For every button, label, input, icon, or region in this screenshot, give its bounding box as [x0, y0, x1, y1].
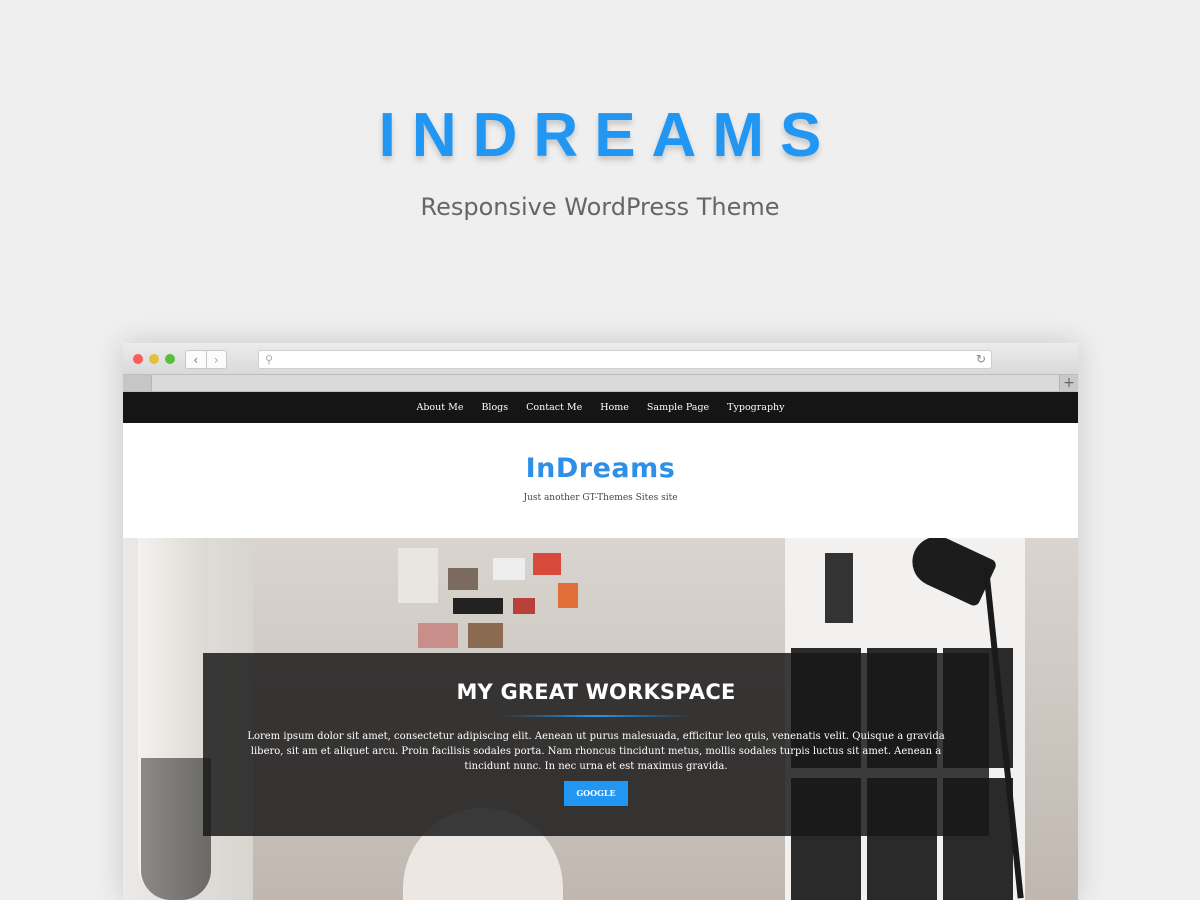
promo-subtitle: Responsive WordPress Theme	[420, 193, 780, 221]
hero-photo-surfboard-shadow	[141, 758, 211, 900]
hero-heading: MY GREAT WORKSPACE	[456, 680, 736, 704]
address-bar[interactable]: ⚲ ↻	[258, 350, 992, 369]
tab-overview[interactable]	[123, 375, 152, 391]
hero-section: MY GREAT WORKSPACE Lorem ipsum dolor sit…	[123, 538, 1078, 900]
site-title[interactable]: InDreams	[123, 453, 1078, 484]
nav-item-sample-page[interactable]: Sample Page	[647, 402, 709, 413]
chevron-left-icon[interactable]: ‹	[186, 351, 206, 368]
promo-title: INDREAMS	[378, 101, 838, 170]
nav-item-typography[interactable]: Typography	[727, 402, 784, 413]
nav-item-contact-me[interactable]: Contact Me	[526, 402, 582, 413]
site-header: InDreams Just another GT-Themes Sites si…	[123, 423, 1078, 538]
nav-item-about-me[interactable]: About Me	[416, 402, 463, 413]
hero-text: Lorem ipsum dolor sit amet, consectetur …	[247, 731, 945, 772]
history-buttons: ‹ ›	[185, 350, 227, 369]
minimize-window-button[interactable]	[149, 354, 159, 364]
site-nav: About Me Blogs Contact Me Home Sample Pa…	[123, 392, 1078, 423]
site-tagline: Just another GT-Themes Sites site	[523, 493, 678, 503]
close-window-button[interactable]	[133, 354, 143, 364]
maximize-window-button[interactable]	[165, 354, 175, 364]
plus-icon[interactable]: +	[1059, 375, 1078, 391]
hero-photo-pinboard	[368, 538, 588, 648]
reload-icon[interactable]: ↻	[976, 352, 986, 366]
nav-item-blogs[interactable]: Blogs	[481, 402, 508, 413]
search-icon: ⚲	[265, 353, 274, 366]
nav-item-home[interactable]: Home	[600, 402, 629, 413]
tab-bar: +	[123, 374, 1078, 392]
tab-active[interactable]	[152, 375, 1059, 391]
google-button[interactable]: GOOGLE	[564, 781, 628, 806]
hero-overlay: MY GREAT WORKSPACE Lorem ipsum dolor sit…	[203, 653, 989, 836]
chevron-right-icon[interactable]: ›	[205, 351, 227, 368]
browser-titlebar: ‹ › ⚲ ↻	[123, 343, 1078, 374]
browser-window: ‹ › ⚲ ↻ + About Me Blogs Contact Me Home…	[123, 343, 1078, 900]
hero-divider	[503, 715, 689, 717]
